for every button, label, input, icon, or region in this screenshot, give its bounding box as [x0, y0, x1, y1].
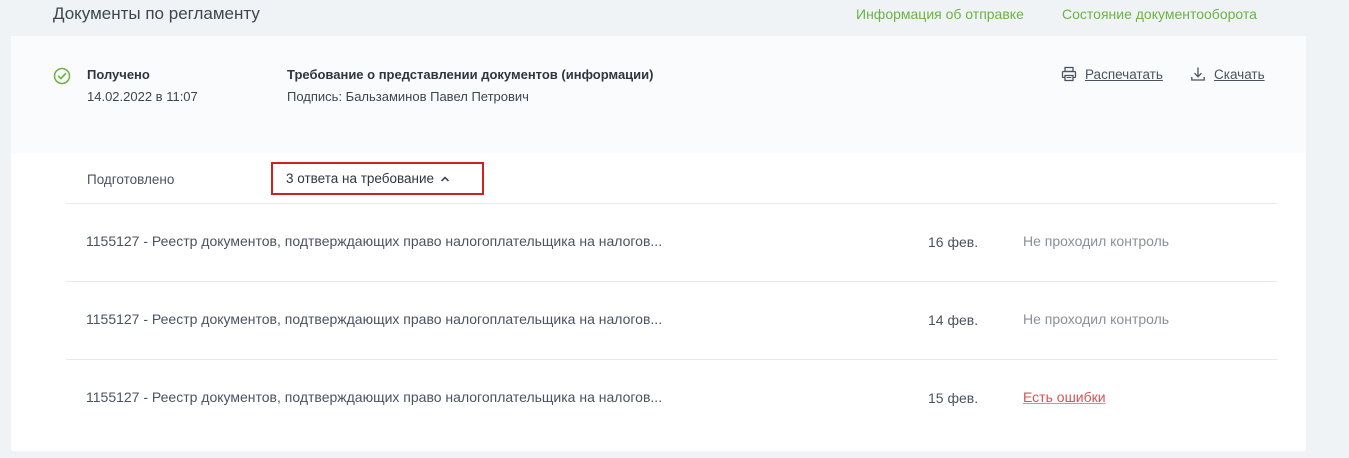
printer-icon: [1061, 66, 1077, 82]
document-header: Получено 14.02.2022 в 11:07 Требование о…: [11, 36, 1306, 153]
response-date: 14 фев.: [928, 312, 979, 328]
responses-toggle[interactable]: 3 ответа на требование: [271, 162, 484, 195]
response-date: 16 фев.: [928, 234, 979, 250]
document-signature: Подпись: Бальзаминов Павел Петрович: [287, 89, 529, 104]
response-date: 15 фев.: [928, 390, 979, 406]
response-row[interactable]: 1155127 - Реестр документов, подтверждаю…: [11, 281, 1306, 359]
print-label: Распечатать: [1085, 66, 1163, 82]
response-status: Не проходил контроль: [1023, 233, 1170, 249]
download-button[interactable]: Скачать: [1190, 66, 1265, 82]
response-row[interactable]: 1155127 - Реестр документов, подтверждаю…: [11, 359, 1306, 437]
print-button[interactable]: Распечатать: [1061, 66, 1163, 82]
responses-toggle-label: 3 ответа на требование: [286, 171, 435, 186]
prepared-label: Подготовлено: [87, 172, 175, 187]
response-status: Не проходил контроль: [1023, 311, 1170, 327]
download-label: Скачать: [1214, 66, 1265, 82]
download-icon: [1191, 67, 1205, 81]
status-date: 14.02.2022 в 11:07: [87, 89, 198, 104]
response-name[interactable]: 1155127 - Реестр документов, подтверждаю…: [86, 311, 662, 327]
page-margin: [1329, 0, 1349, 458]
page: Документы по регламенту Информация об от…: [0, 0, 1349, 458]
response-name[interactable]: 1155127 - Реестр документов, подтверждаю…: [86, 389, 662, 405]
check-circle-icon: [53, 67, 71, 85]
response-row[interactable]: 1155127 - Реестр документов, подтверждаю…: [11, 203, 1306, 281]
sending-info-link[interactable]: Информация об отправке: [856, 6, 1024, 22]
response-status-error-link[interactable]: Есть ошибки: [1023, 389, 1106, 405]
document-card: Получено 14.02.2022 в 11:07 Требование о…: [11, 36, 1306, 451]
chevron-up-icon: [441, 175, 450, 182]
section-title: Документы по регламенту: [53, 4, 260, 23]
document-title: Требование о представлении документов (и…: [287, 67, 654, 82]
workflow-state-link[interactable]: Состояние документооборота: [1062, 6, 1257, 22]
response-name[interactable]: 1155127 - Реестр документов, подтверждаю…: [86, 233, 662, 249]
status-label: Получено: [87, 67, 150, 82]
top-bar: Документы по регламенту Информация об от…: [0, 0, 1349, 36]
